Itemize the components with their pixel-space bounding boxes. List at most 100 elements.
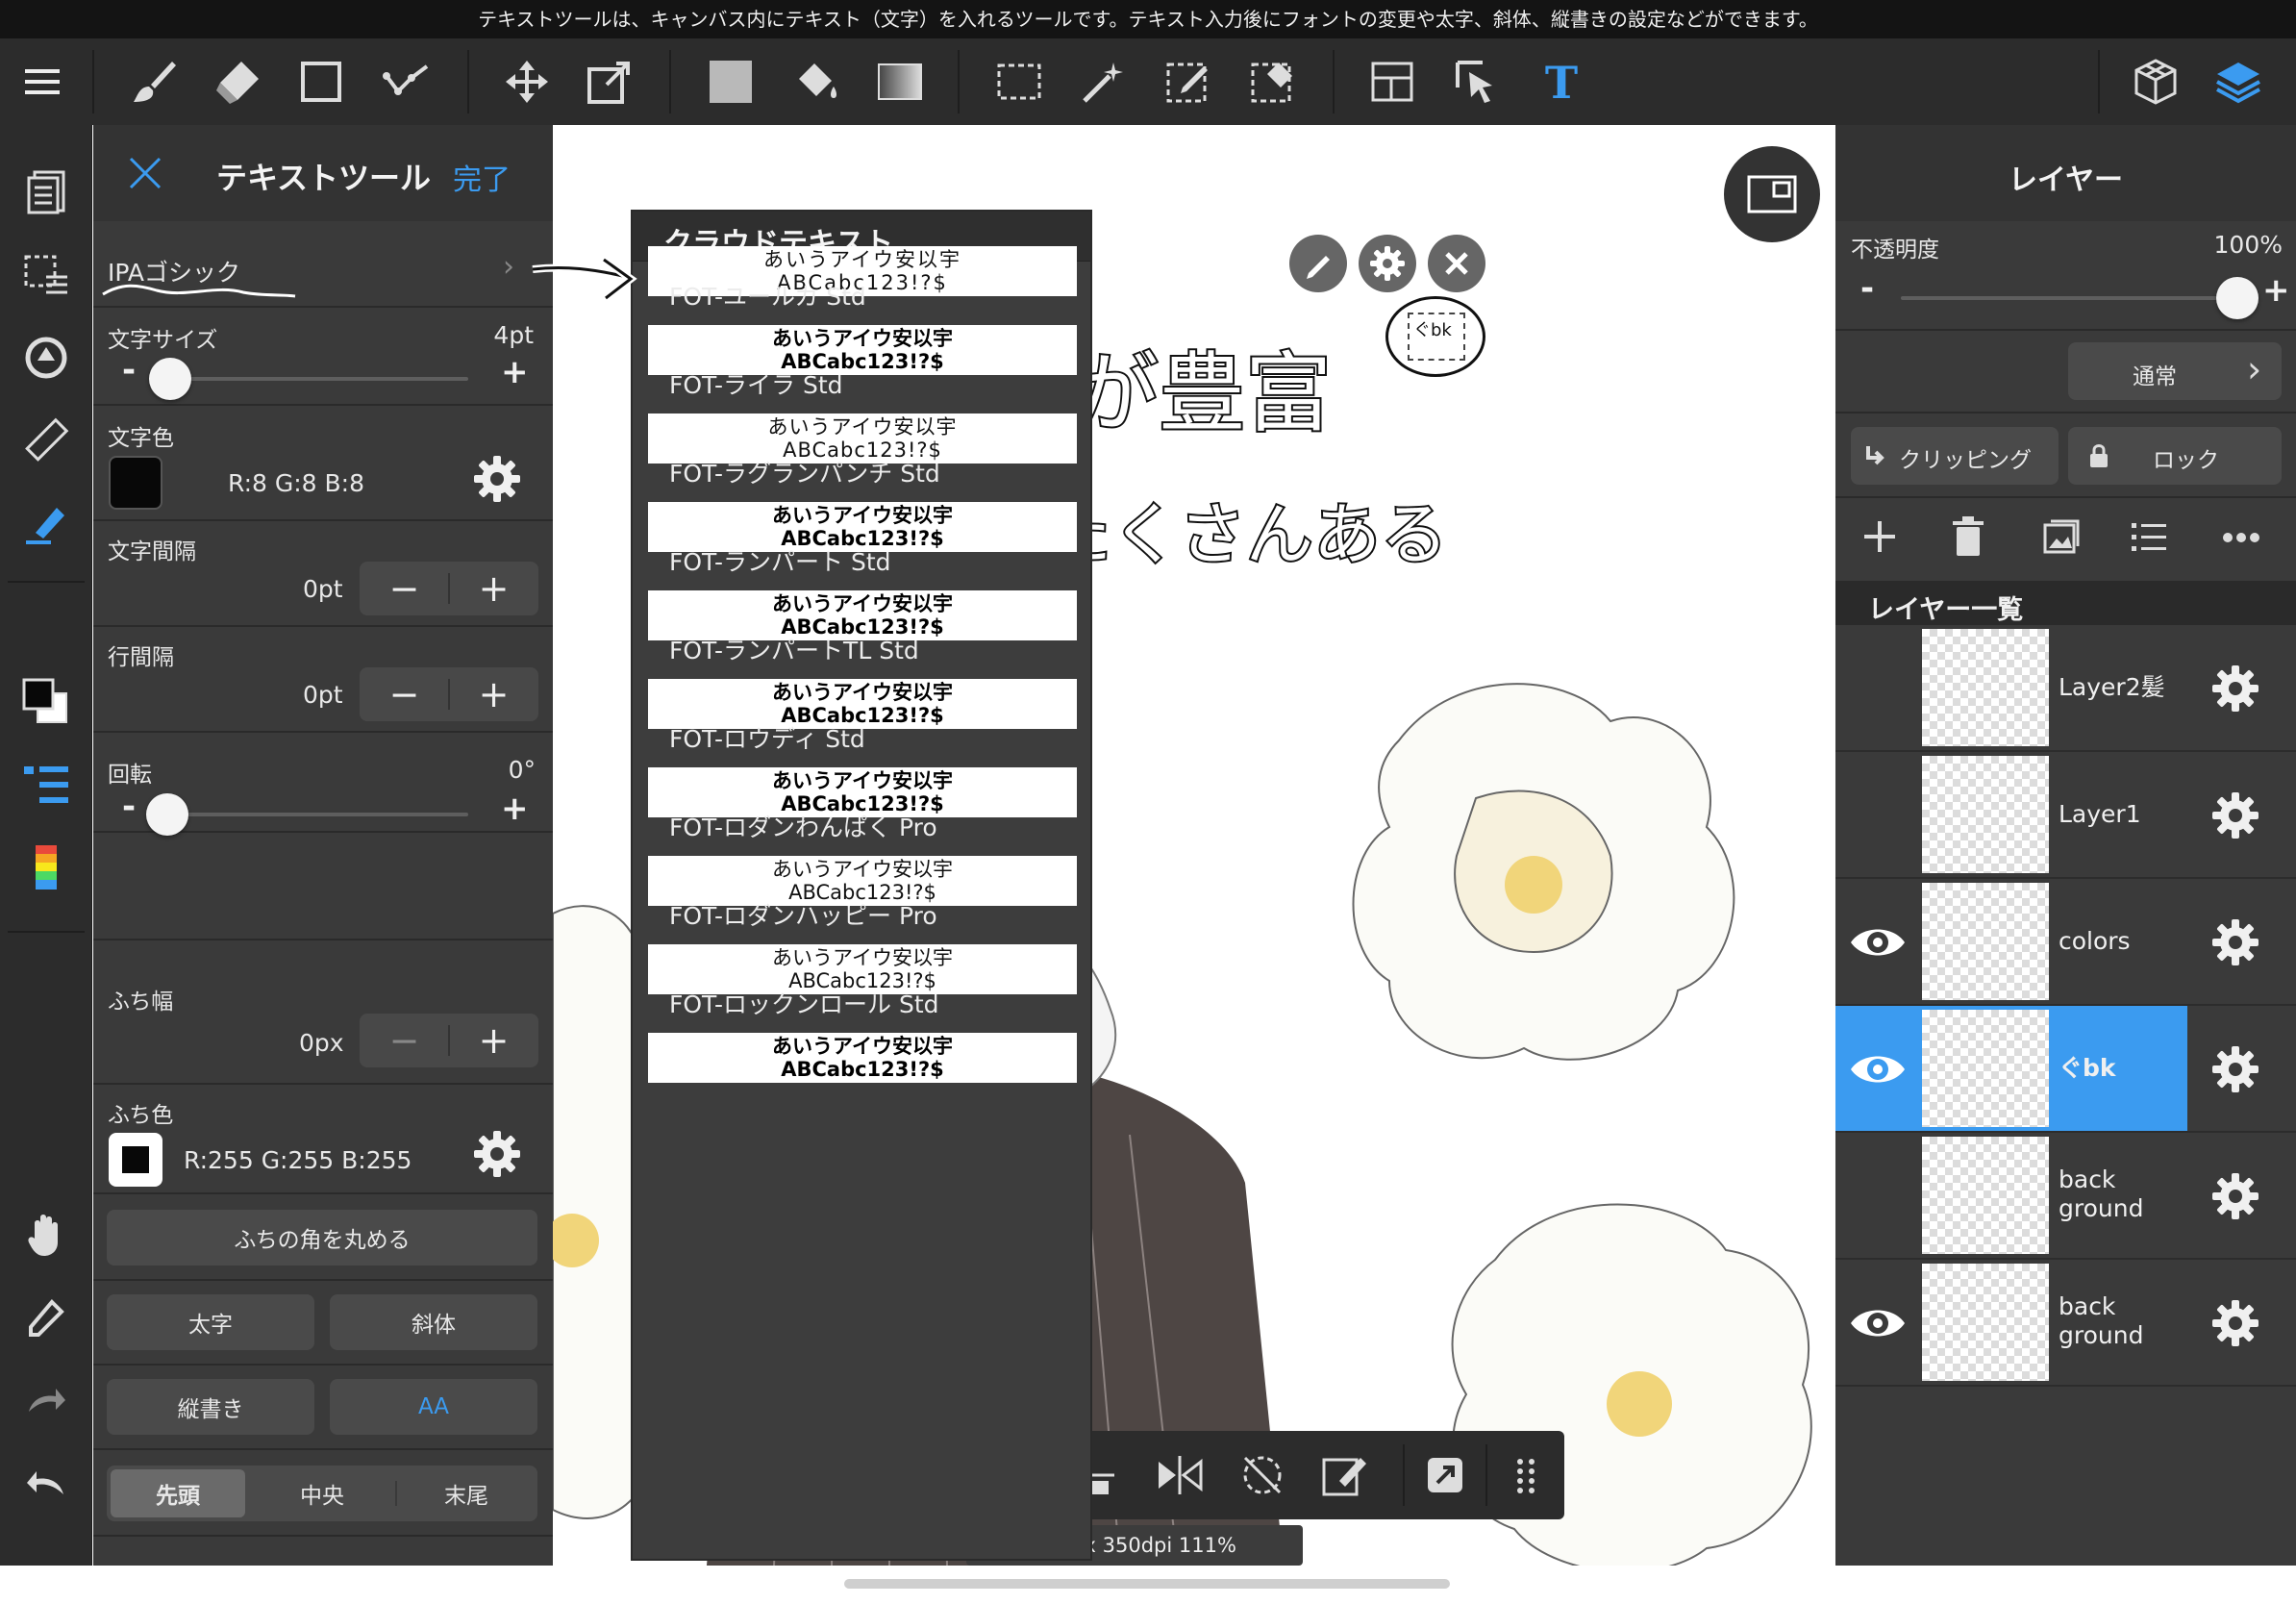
plus-icon[interactable]: +: [2262, 271, 2290, 310]
text-color-swatch[interactable]: [109, 456, 162, 510]
magic-wand-icon[interactable]: [1075, 53, 1133, 111]
font-selector[interactable]: IPAゴシック ›: [93, 221, 553, 308]
rotation-slider[interactable]: [151, 813, 468, 816]
fullscreen-icon[interactable]: [1724, 146, 1820, 242]
hand-icon[interactable]: [17, 1206, 75, 1264]
eyedropper-icon[interactable]: [17, 1289, 75, 1346]
selection-list-icon[interactable]: [17, 246, 75, 304]
frame-divider-icon[interactable]: [1363, 53, 1421, 111]
plus-icon[interactable]: +: [501, 356, 529, 388]
color-palette-icon[interactable]: [17, 839, 75, 896]
italic-button[interactable]: 斜体: [330, 1294, 537, 1350]
done-button[interactable]: 完了: [453, 156, 511, 198]
list-icon[interactable]: [2130, 519, 2168, 554]
text-tool-icon[interactable]: [17, 494, 75, 552]
clipping-button[interactable]: クリッピング: [1851, 427, 2059, 485]
select-pen-icon[interactable]: [1160, 53, 1217, 111]
layer-settings-gear-icon[interactable]: [2210, 1044, 2260, 1094]
select-eraser-icon[interactable]: [1244, 53, 1302, 111]
text-settings-icon[interactable]: [1359, 235, 1416, 292]
export-icon[interactable]: [1420, 1450, 1470, 1500]
add-layer-icon[interactable]: [1860, 517, 1899, 556]
blend-mode-button[interactable]: 通常 ›: [2068, 342, 2282, 400]
font-size-slider[interactable]: [151, 377, 468, 381]
increase-button[interactable]: +: [449, 562, 538, 615]
delete-text-icon[interactable]: [1428, 235, 1485, 292]
more-grip-icon[interactable]: [1501, 1450, 1551, 1500]
select-rect-icon[interactable]: [990, 53, 1048, 111]
menu-icon[interactable]: [13, 53, 71, 111]
layer-settings-gear-icon[interactable]: [2210, 664, 2260, 714]
decrease-button[interactable]: −: [360, 1014, 449, 1067]
layer-settings-gear-icon[interactable]: [2210, 1171, 2260, 1221]
edit-text-icon[interactable]: [1289, 235, 1347, 292]
edit-selection-icon[interactable]: [1320, 1450, 1370, 1500]
font-size-slider-knob[interactable]: [148, 358, 191, 400]
decrease-button[interactable]: −: [360, 562, 449, 615]
ruler-icon[interactable]: [17, 412, 75, 469]
increase-button[interactable]: +: [449, 667, 538, 721]
layer-thumbnail: [1922, 1137, 2049, 1254]
eye-icon[interactable]: [1847, 1046, 1909, 1092]
font-name: FOT-ランパートTL Std: [669, 637, 919, 664]
minus-icon[interactable]: -: [122, 354, 136, 387]
undo-icon[interactable]: [17, 1454, 75, 1512]
minus-icon[interactable]: -: [122, 790, 136, 823]
minus-icon[interactable]: -: [1860, 269, 1874, 308]
align-center-button[interactable]: 中央: [255, 1469, 389, 1517]
rotate-view-icon[interactable]: [17, 329, 75, 387]
more-icon[interactable]: [2220, 523, 2262, 552]
image-layer-icon[interactable]: [2041, 517, 2080, 556]
layer-list-icon[interactable]: [17, 756, 75, 814]
lock-button[interactable]: ロック: [2068, 427, 2282, 485]
text-color-gear-icon[interactable]: [472, 454, 522, 504]
rectangle-icon[interactable]: [292, 53, 350, 111]
layer-row[interactable]: Layer1: [1835, 752, 2296, 879]
layer-row[interactable]: back ground: [1835, 1260, 2296, 1387]
layer-row[interactable]: Layer2髪: [1835, 625, 2296, 752]
font-list-item[interactable]: FOT-ロックンロール Std あいうアイウ安以宇 ABCabc123!?$: [633, 983, 1090, 1117]
outline-color-gear-icon[interactable]: [472, 1129, 522, 1179]
transform-icon[interactable]: [581, 53, 638, 111]
text-icon[interactable]: T: [1533, 53, 1590, 111]
eye-icon[interactable]: [1847, 1300, 1909, 1346]
opacity-slider[interactable]: [1901, 296, 2237, 300]
color-swap-icon[interactable]: [17, 673, 75, 731]
layers-icon[interactable]: [2209, 53, 2267, 111]
close-icon[interactable]: [128, 156, 162, 190]
brush-icon[interactable]: [125, 53, 183, 111]
materials-icon[interactable]: [2127, 53, 2184, 111]
pages-icon[interactable]: [17, 163, 75, 221]
move-icon[interactable]: [498, 53, 556, 111]
decrease-button[interactable]: −: [360, 667, 449, 721]
bucket-icon[interactable]: [786, 53, 844, 111]
rotation-slider-knob[interactable]: [145, 793, 188, 836]
layer-row[interactable]: back ground: [1835, 1133, 2296, 1260]
align-end-button[interactable]: 末尾: [399, 1469, 534, 1517]
round-corners-button[interactable]: ふちの角を丸める: [107, 1210, 537, 1266]
trash-icon[interactable]: [1949, 515, 1987, 558]
layer-settings-gear-icon[interactable]: [2210, 1298, 2260, 1348]
eye-icon[interactable]: [1847, 919, 1909, 965]
fill-color-icon[interactable]: [702, 53, 760, 111]
layer-settings-gear-icon[interactable]: [2210, 790, 2260, 840]
eraser-icon[interactable]: [208, 53, 265, 111]
snap-icon[interactable]: [379, 53, 437, 111]
layer-row[interactable]: ぐbk: [1835, 1006, 2296, 1133]
align-start-button[interactable]: 先頭: [111, 1469, 245, 1517]
layer-row[interactable]: colors: [1835, 879, 2296, 1006]
outline-color-swatch[interactable]: [109, 1133, 162, 1187]
select-layer-icon[interactable]: [1448, 53, 1506, 111]
redo-icon[interactable]: [17, 1371, 75, 1429]
opacity-slider-knob[interactable]: [2216, 277, 2259, 319]
flip-horizontal-icon[interactable]: [1155, 1450, 1205, 1500]
increase-button[interactable]: +: [449, 1014, 538, 1067]
layer-settings-gear-icon[interactable]: [2210, 917, 2260, 967]
rotate-icon[interactable]: [1237, 1450, 1287, 1500]
antialias-button[interactable]: AA: [330, 1379, 537, 1435]
gradient-icon[interactable]: [871, 53, 929, 111]
text-object[interactable]: ぐbk: [1385, 296, 1485, 377]
vertical-text-button[interactable]: 縦書き: [107, 1379, 314, 1435]
bold-button[interactable]: 太字: [107, 1294, 314, 1350]
plus-icon[interactable]: +: [501, 792, 529, 825]
